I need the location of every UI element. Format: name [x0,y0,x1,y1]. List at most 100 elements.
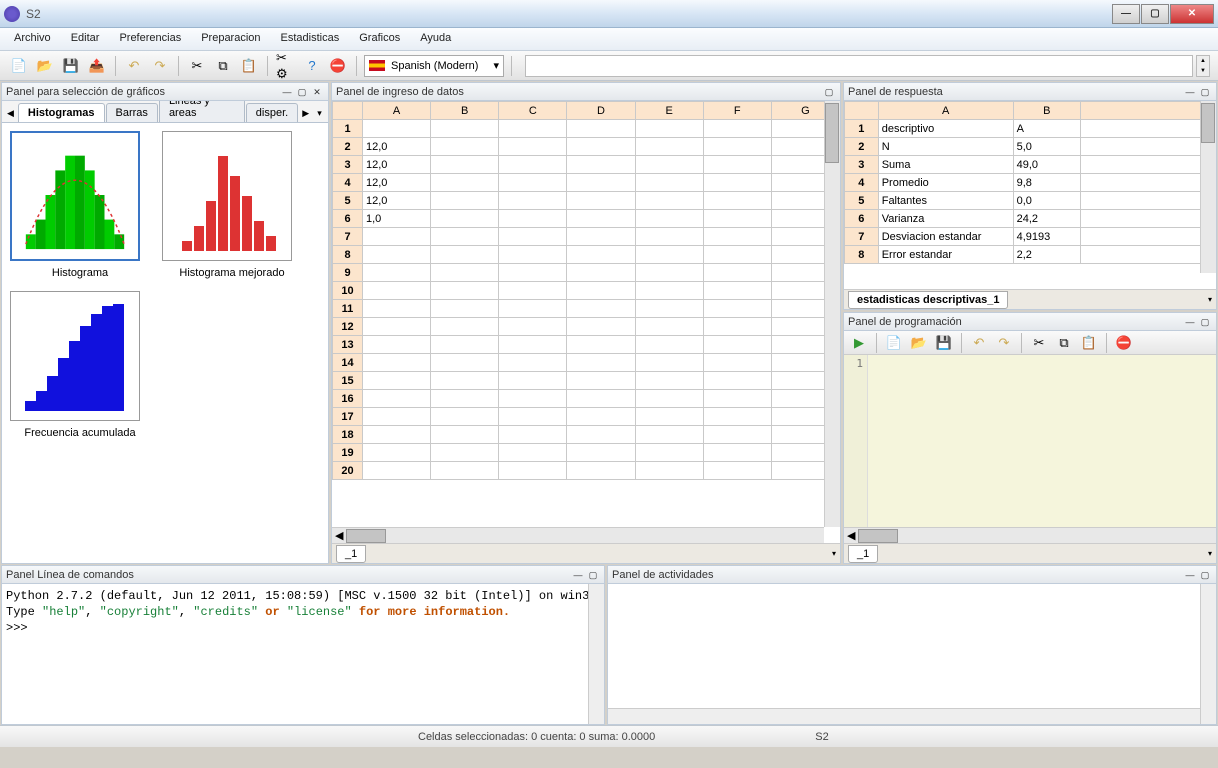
row-header[interactable]: 12 [333,318,363,336]
window-maximize-button[interactable]: ▢ [1141,4,1169,24]
cell[interactable] [635,174,703,192]
cell[interactable] [567,444,635,462]
cell[interactable] [363,336,431,354]
cut-button[interactable]: ✂ [186,55,208,77]
graph-option-frecuencia-acumulada[interactable]: Frecuencia acumulada [10,291,150,439]
cell[interactable] [363,372,431,390]
cell[interactable] [703,138,771,156]
panel-minimize-icon[interactable]: — [571,568,585,582]
row-header[interactable]: 17 [333,408,363,426]
save-script-button[interactable]: 💾 [933,332,955,354]
cell[interactable] [499,156,567,174]
cell[interactable] [499,372,567,390]
cell[interactable] [635,246,703,264]
cell[interactable] [499,192,567,210]
cell[interactable]: Promedio [878,174,1013,192]
cell[interactable] [363,228,431,246]
cell[interactable]: descriptivo [878,120,1013,138]
cell[interactable]: Desviacion estandar [878,228,1013,246]
cell[interactable] [363,300,431,318]
cell[interactable] [635,354,703,372]
hscrollbar[interactable]: ◀ [844,527,1216,543]
cell[interactable]: 12,0 [363,192,431,210]
resp-col-B[interactable]: B [1013,102,1080,120]
cell[interactable] [567,246,635,264]
cell[interactable] [567,336,635,354]
cell[interactable] [567,354,635,372]
row-header[interactable]: 19 [333,444,363,462]
row-header[interactable]: 9 [333,264,363,282]
menu-ayuda[interactable]: Ayuda [410,28,461,50]
cell[interactable] [567,210,635,228]
col-header-B[interactable]: B [431,102,499,120]
cell[interactable] [703,426,771,444]
cell[interactable] [431,408,499,426]
cell[interactable] [363,408,431,426]
cell[interactable] [363,120,431,138]
new-script-button[interactable]: 📄 [883,332,905,354]
cell[interactable] [499,318,567,336]
save-button[interactable]: 💾 [60,55,82,77]
col-header-D[interactable]: D [567,102,635,120]
cell[interactable] [363,246,431,264]
sheet-tab-dropdown[interactable]: ▾ [832,549,836,558]
cell[interactable] [363,390,431,408]
data-input-grid[interactable]: A B C D E F G 1 2 12,03 12,04 12,05 12,0… [332,101,840,480]
stop-button[interactable]: ⛔ [327,55,349,77]
cell[interactable] [1081,156,1216,174]
cell[interactable] [499,138,567,156]
cell[interactable] [431,246,499,264]
cell[interactable] [499,210,567,228]
row-header[interactable]: 8 [845,246,879,264]
cell[interactable] [635,336,703,354]
row-header[interactable]: 2 [333,138,363,156]
row-header[interactable]: 5 [333,192,363,210]
paste-button[interactable]: 📋 [1078,332,1100,354]
col-header-C[interactable]: C [499,102,567,120]
panel-maximize-icon[interactable]: ▢ [1198,568,1212,582]
cell[interactable] [635,426,703,444]
row-header[interactable]: 14 [333,354,363,372]
panel-minimize-icon[interactable]: — [1183,85,1197,99]
cell[interactable] [499,426,567,444]
row-header[interactable]: 11 [333,300,363,318]
menu-estadisticas[interactable]: Estadisticas [271,28,350,50]
cell[interactable] [567,462,635,480]
cell[interactable] [703,174,771,192]
cell[interactable] [703,390,771,408]
cell[interactable] [499,444,567,462]
vscrollbar[interactable] [824,101,840,527]
cell[interactable] [703,408,771,426]
cell[interactable] [431,444,499,462]
cell[interactable] [363,354,431,372]
cell[interactable] [635,444,703,462]
formula-bar[interactable] [525,55,1193,77]
cell[interactable] [363,264,431,282]
cell[interactable] [1081,246,1216,264]
cell[interactable] [363,282,431,300]
cell[interactable] [703,282,771,300]
cell[interactable] [703,318,771,336]
cell[interactable]: Faltantes [878,192,1013,210]
cell[interactable] [703,120,771,138]
cell[interactable]: 4,9193 [1013,228,1080,246]
settings-button[interactable]: ✂⚙ [275,55,297,77]
cell[interactable] [1081,228,1216,246]
cell[interactable] [635,228,703,246]
language-dropdown[interactable]: Spanish (Modern) ▾ [364,55,504,77]
command-line-output[interactable]: Python 2.7.2 (default, Jun 12 2011, 15:0… [2,584,604,640]
panel-minimize-icon[interactable]: — [280,85,294,99]
cell[interactable] [499,300,567,318]
cell[interactable]: 49,0 [1013,156,1080,174]
cell[interactable]: 5,0 [1013,138,1080,156]
panel-maximize-icon[interactable]: ▢ [822,85,836,99]
cell[interactable] [703,354,771,372]
cell[interactable] [635,120,703,138]
cell[interactable] [567,426,635,444]
hscrollbar[interactable]: ◀ [332,527,824,543]
cell[interactable] [567,138,635,156]
window-close-button[interactable]: ✕ [1170,4,1214,24]
cell[interactable]: Suma [878,156,1013,174]
tab-dispersion[interactable]: disper. [246,103,298,122]
new-button[interactable]: 📄 [8,55,30,77]
